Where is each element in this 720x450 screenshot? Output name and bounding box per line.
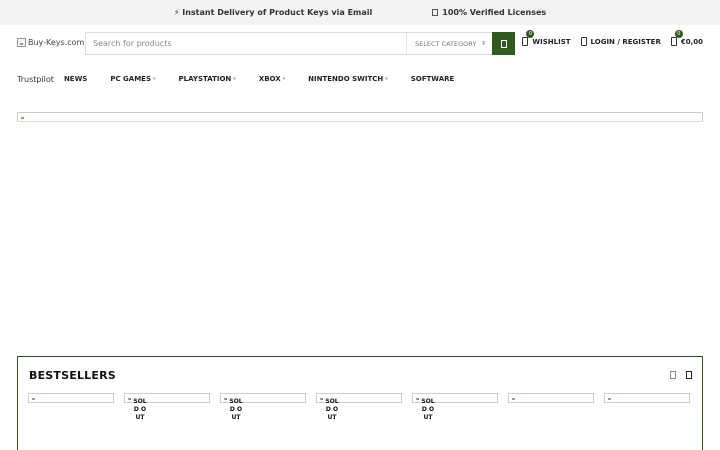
chevron-down-icon: ⬍ [480, 40, 486, 47]
promo-instant-delivery-text: ⚡ Instant Delivery of Product Keys via E… [173, 8, 373, 17]
wishlist-label: WISHLIST [532, 37, 571, 46]
product-carousel: SOLD OUT SOLD OUT SOLD OUT SOLD OUT [28, 393, 690, 450]
sold-out-badge: SOLD OUT [133, 398, 147, 421]
nav-item-pc-games[interactable]: PC GAMES ▾ [110, 75, 155, 83]
cart-count-badge: 0 [674, 30, 683, 38]
cart-total: €0,00 [680, 37, 703, 46]
chevron-right-icon[interactable] [686, 371, 692, 379]
search-icon [500, 39, 507, 48]
product-card[interactable] [28, 393, 114, 450]
nav-item-news[interactable]: NEWS [64, 75, 87, 83]
sold-out-badge: SOLD OUT [421, 398, 435, 421]
chevron-down-icon: ▾ [153, 76, 156, 82]
carousel-controls [670, 371, 692, 379]
logo-alt-text: Buy-Keys.com [28, 38, 85, 47]
section-title: BESTSELLERS [29, 369, 116, 382]
cart-link[interactable]: 0 €0,00 [670, 30, 703, 46]
nav-item-label: XBOX [258, 75, 281, 83]
product-card[interactable] [604, 393, 690, 450]
user-icon [580, 37, 587, 46]
product-card[interactable] [508, 393, 594, 450]
search-input[interactable] [86, 33, 406, 54]
sold-out-badge: SOLD OUT [229, 398, 243, 421]
top-announcement-bar: ⚡ Instant Delivery of Product Keys via E… [0, 0, 720, 25]
broken-image-icon [510, 394, 518, 402]
bestsellers-section: BESTSELLERS SOLD OUT SOLD OUT SOLD OUT S… [17, 356, 703, 450]
broken-image-icon [30, 394, 38, 402]
search-bar: SELECT CATEGORY ⬍ [85, 32, 515, 55]
promo-instant-delivery: ⚡ Instant Delivery of Product Keys via E… [174, 8, 372, 17]
wishlist-link[interactable]: 0 WISHLIST [522, 30, 571, 46]
product-card[interactable]: SOLD OUT [220, 393, 306, 450]
cart-icon [670, 37, 677, 46]
hero-banner[interactable] [17, 112, 703, 122]
search-button[interactable] [492, 32, 515, 55]
login-register-link[interactable]: LOGIN / REGISTER [580, 37, 661, 46]
sold-out-badge: SOLD OUT [325, 398, 339, 421]
verified-icon [432, 9, 439, 16]
product-card[interactable]: SOLD OUT [316, 393, 402, 450]
promo-verified-licenses: 100% Verified Licenses [432, 8, 546, 17]
nav-item-label: SOFTWARE [410, 75, 455, 83]
site-logo[interactable]: Buy-Keys.com [17, 38, 84, 47]
product-image[interactable] [28, 393, 114, 403]
nav-item-software[interactable]: SOFTWARE [411, 75, 455, 83]
chevron-left-icon[interactable] [670, 371, 676, 379]
nav-item-label: NEWS [63, 75, 88, 83]
chevron-down-icon: ▾ [385, 76, 388, 82]
nav-item-xbox[interactable]: XBOX ▾ [259, 75, 285, 83]
nav-item-label: PC GAMES [110, 75, 152, 83]
login-register-label: LOGIN / REGISTER [590, 37, 661, 46]
nav-item-nintendo-switch[interactable]: NINTENDO SWITCH ▾ [308, 75, 388, 83]
broken-image-icon [19, 113, 27, 121]
chevron-down-icon: ▾ [282, 76, 286, 82]
chevron-down-icon: ▾ [233, 76, 236, 82]
broken-image-icon [606, 394, 614, 402]
category-select[interactable]: SELECT CATEGORY ⬍ [406, 33, 492, 54]
nav-item-playstation[interactable]: PLAYSTATION ▾ [179, 75, 236, 83]
product-image[interactable] [508, 393, 594, 403]
site-header: Buy-Keys.com SELECT CATEGORY ⬍ 0 WISHLIS… [0, 25, 720, 63]
header-actions: 0 WISHLIST LOGIN / REGISTER 0 €0,00 [522, 30, 703, 46]
product-card[interactable]: SOLD OUT [124, 393, 210, 450]
promo-verified-licenses-text: 100% Verified Licenses [442, 8, 547, 17]
heart-icon [522, 37, 529, 46]
main-navigation: Trustpilot NEWS PC GAMES ▾ PLAYSTATION ▾… [17, 72, 477, 86]
trustpilot-widget[interactable]: Trustpilot [17, 75, 54, 84]
logo-image-icon [17, 38, 26, 47]
category-select-label: SELECT CATEGORY [415, 39, 477, 48]
nav-item-label: PLAYSTATION [178, 75, 232, 83]
product-image[interactable] [604, 393, 690, 403]
product-card[interactable]: SOLD OUT [412, 393, 498, 450]
nav-item-label: NINTENDO SWITCH [308, 75, 384, 83]
